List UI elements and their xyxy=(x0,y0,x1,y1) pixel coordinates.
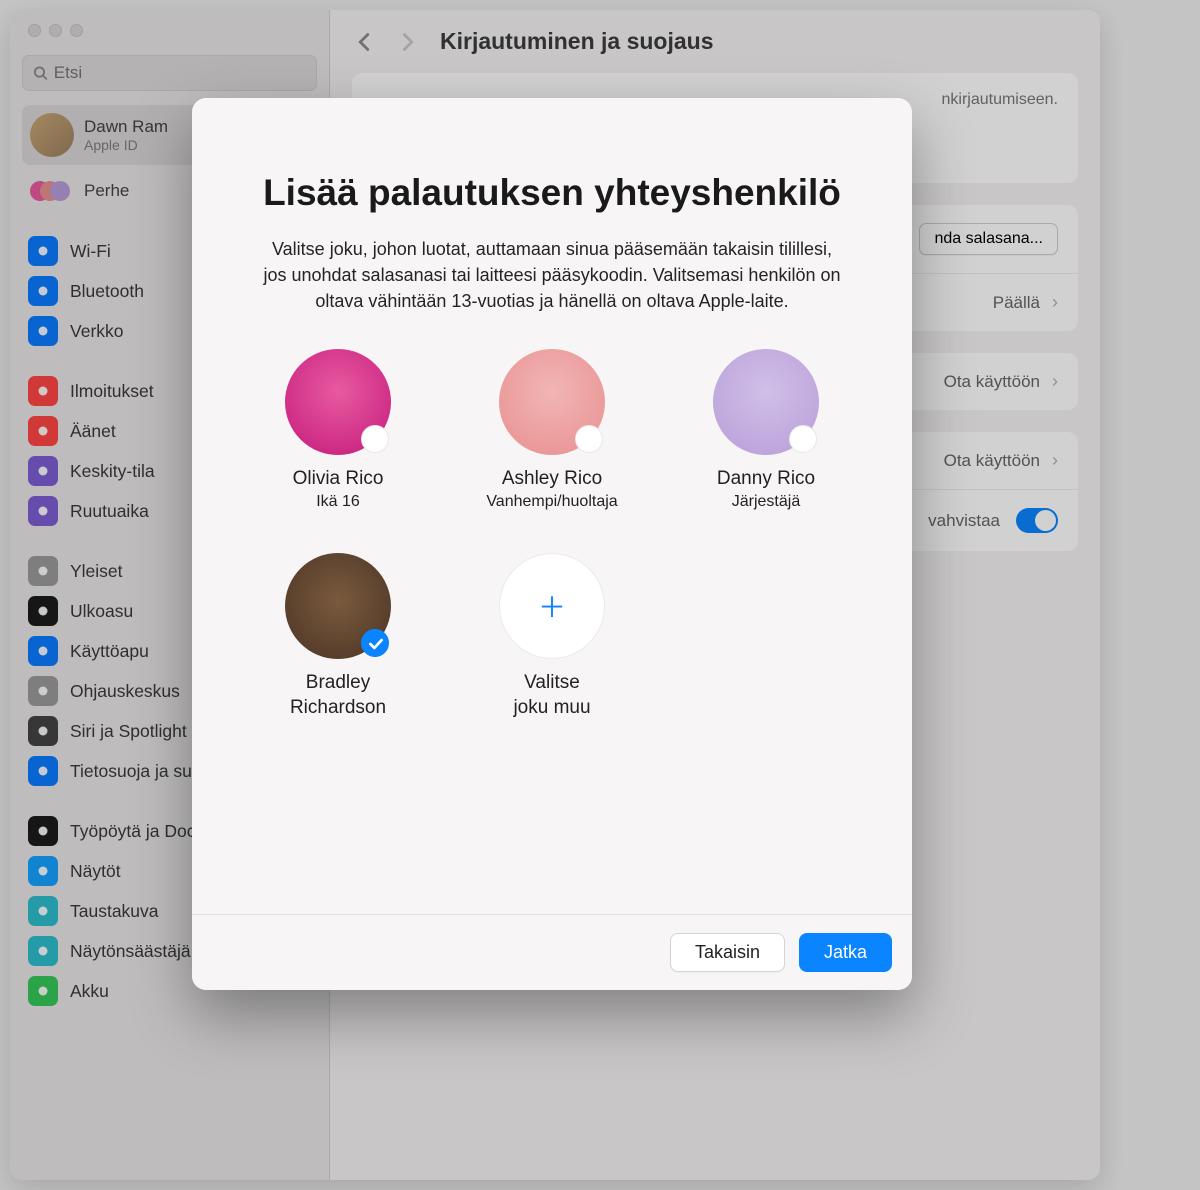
avatar xyxy=(285,553,391,659)
person-role: Vanhempi/huoltaja xyxy=(486,493,617,511)
choose-other-label: Valitse joku muu xyxy=(513,671,590,720)
person-role: Järjestäjä xyxy=(732,493,800,511)
person-name: Ashley Rico xyxy=(502,467,602,492)
person-option[interactable]: Bradley Richardson xyxy=(242,553,434,720)
person-option[interactable]: Ashley RicoVanhempi/huoltaja xyxy=(456,349,648,512)
modal-footer: Takaisin Jatka xyxy=(192,914,912,990)
choose-other-button[interactable]: ＋ Valitse joku muu xyxy=(456,553,648,720)
avatar xyxy=(713,349,819,455)
person-option[interactable]: Danny RicoJärjestäjä xyxy=(670,349,862,512)
recovery-contact-modal: Lisää palautuksen yhteyshenkilö Valitse … xyxy=(192,98,912,990)
continue-button[interactable]: Jatka xyxy=(799,933,892,972)
checkmark-icon xyxy=(367,635,385,653)
modal-description: Valitse joku, johon luotat, auttamaan si… xyxy=(262,236,842,314)
person-name: Danny Rico xyxy=(717,467,815,492)
person-role: Ikä 16 xyxy=(316,493,360,511)
person-option[interactable]: Olivia RicoIkä 16 xyxy=(242,349,434,512)
person-name: Olivia Rico xyxy=(293,467,384,492)
avatar xyxy=(285,349,391,455)
back-button[interactable]: Takaisin xyxy=(670,933,785,972)
person-name: Bradley Richardson xyxy=(290,671,386,720)
plus-icon: ＋ xyxy=(499,553,605,659)
avatar xyxy=(499,349,605,455)
people-grid: Olivia RicoIkä 16Ashley RicoVanhempi/huo… xyxy=(242,349,862,721)
modal-title: Lisää palautuksen yhteyshenkilö xyxy=(263,170,841,216)
